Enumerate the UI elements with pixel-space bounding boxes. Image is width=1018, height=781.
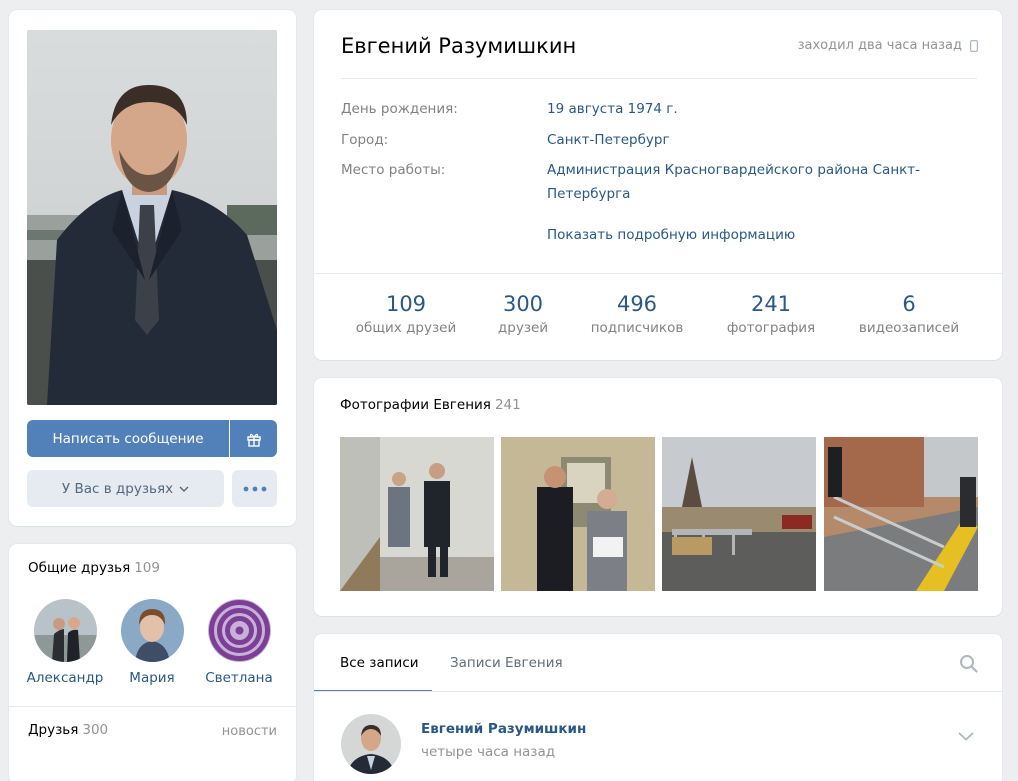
- page-title: Евгений Разумишкин: [341, 34, 577, 58]
- friend-item[interactable]: Светлана: [194, 599, 284, 686]
- counter-value: 6: [902, 292, 916, 316]
- photo-thumbnail[interactable]: [501, 437, 655, 591]
- post-author-name[interactable]: Евгений Разумишкин: [421, 721, 586, 737]
- friends-count: 300: [82, 722, 109, 738]
- birthday-label: День рождения:: [341, 101, 458, 117]
- mutual-friends-title: Общие друзья: [28, 560, 131, 576]
- counter-value: 241: [750, 292, 792, 316]
- friends-header[interactable]: Друзья 300: [28, 722, 108, 738]
- more-actions-button[interactable]: [232, 470, 277, 507]
- search-icon: [960, 655, 978, 673]
- friend-item[interactable]: Александр: [20, 599, 110, 686]
- friend-avatar: [207, 599, 271, 662]
- counter-value: 496: [616, 292, 658, 316]
- mobile-icon: [970, 39, 978, 52]
- counter-friends[interactable]: 300 друзей: [493, 292, 553, 336]
- divider: [341, 78, 977, 79]
- friend-item[interactable]: Мария: [107, 599, 197, 686]
- friend-name: Александр: [26, 670, 104, 686]
- photos-count: 241: [494, 397, 521, 413]
- friend-avatar: [120, 599, 184, 662]
- mutual-friends-count: 109: [134, 560, 160, 576]
- work-value[interactable]: Администрация Красногвардейского района …: [547, 158, 967, 206]
- counter-label: подписчиков: [590, 320, 684, 336]
- friends-status-label: У Вас в друзьях: [61, 480, 174, 497]
- write-message-button[interactable]: Написать сообщение: [27, 420, 229, 457]
- photo-thumbnail[interactable]: [340, 437, 494, 591]
- wall-search-button[interactable]: [959, 654, 978, 677]
- divider: [9, 706, 296, 707]
- counter-photos[interactable]: 241 фотография: [721, 292, 821, 336]
- friend-name: Мария: [129, 670, 175, 686]
- city-label: Город:: [341, 132, 389, 148]
- counter-followers[interactable]: 496 подписчиков: [586, 292, 688, 336]
- avatar-card: Написать сообщение У Вас в друзьях: [9, 10, 296, 526]
- show-more-info-link[interactable]: Показать подробную информацию: [547, 227, 795, 243]
- work-label: Место работы:: [341, 162, 446, 178]
- counter-videos[interactable]: 6 видеозаписей: [852, 292, 966, 336]
- counter-value: 109: [385, 292, 427, 316]
- mutual-friends-header[interactable]: Общие друзья 109: [28, 560, 160, 576]
- info-row-birthday: День рождения: 19 августа 1974 г.: [341, 97, 967, 121]
- tab-all-posts[interactable]: Все записи: [340, 655, 419, 671]
- chevron-down-icon: [179, 486, 189, 492]
- photo-thumbnail[interactable]: [662, 437, 816, 591]
- photos-title: Фотографии Евгения: [340, 397, 491, 413]
- friends-status-button[interactable]: У Вас в друзьях: [27, 470, 224, 507]
- friends-news-link[interactable]: новости: [222, 724, 277, 739]
- friend-name: Светлана: [205, 670, 273, 686]
- photo-thumbnail[interactable]: [824, 437, 978, 591]
- photos-header[interactable]: Фотографии Евгения 241: [340, 397, 521, 413]
- chevron-down-icon: [958, 732, 974, 741]
- last-seen-status: заходил два часа назад: [798, 38, 978, 53]
- city-value[interactable]: Санкт-Петербург: [547, 128, 967, 152]
- wall-card: Все записи Записи Евгения Евгений Разуми…: [314, 634, 1002, 781]
- profile-info-card: Евгений Разумишкин заходил два часа наза…: [314, 10, 1002, 360]
- friends-card: Общие друзья 109 Александр Мария Светлан…: [9, 544, 296, 781]
- gift-icon: [246, 433, 261, 447]
- info-row-city: Город: Санкт-Петербург: [341, 128, 967, 152]
- post-actions-menu[interactable]: [958, 726, 974, 745]
- counter-label: фотография: [726, 320, 816, 336]
- info-row-work: Место работы: Администрация Красногварде…: [341, 158, 967, 206]
- friend-avatar: [33, 599, 97, 662]
- counter-value: 300: [502, 292, 544, 316]
- post-timestamp[interactable]: четыре часа назад: [421, 744, 555, 760]
- friends-title: Друзья: [28, 722, 79, 738]
- tab-own-posts[interactable]: Записи Евгения: [450, 655, 563, 671]
- photos-card: Фотографии Евгения 241: [314, 378, 1002, 616]
- divider: [314, 273, 1002, 274]
- last-seen-text: заходил два часа назад: [797, 38, 962, 53]
- gift-button[interactable]: [230, 420, 277, 457]
- more-dots-icon: [243, 486, 266, 491]
- write-message-label: Написать сообщение: [52, 430, 204, 447]
- post-author-avatar[interactable]: [341, 714, 401, 774]
- counter-label: видеозаписей: [858, 320, 960, 336]
- counter-label: друзей: [497, 320, 549, 336]
- counter-label: общих друзей: [355, 320, 457, 336]
- profile-photo[interactable]: [27, 30, 277, 405]
- divider: [314, 691, 1002, 692]
- birthday-value[interactable]: 19 августа 1974 г.: [547, 97, 967, 121]
- counter-mutual-friends[interactable]: 109 общих друзей: [352, 292, 460, 336]
